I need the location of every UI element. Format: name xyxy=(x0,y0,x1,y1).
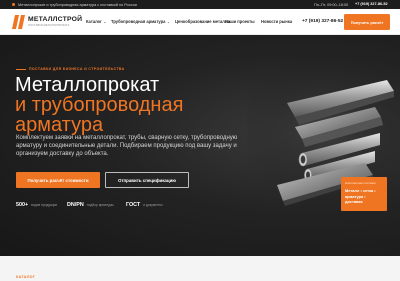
stat-dnpn: DN/PN подбор арматуры xyxy=(67,202,114,208)
supply-card: Комплексная поставка Металл • сетка • ар… xyxy=(341,177,387,211)
logo-mark-icon[interactable] xyxy=(12,15,26,29)
hero-eyebrow-text: ПОСТАВКИ ДЛЯ БИЗНЕСА И СТРОИТЕЛЬСТВА xyxy=(29,67,125,71)
top-bar-hours: Пн–Пт, 09:00–18:00 xyxy=(314,2,349,7)
site-header: МЕТАЛЛСТРОЙ ПОСТАВКИ МЕТАЛЛОПРОКАТА Ката… xyxy=(0,9,400,35)
nav-item-label: Наши проекты xyxy=(225,19,255,24)
top-bar-phone[interactable]: +7 (919) 327-86-52 xyxy=(355,2,388,6)
nav-item-pipeline-fittings[interactable]: Трубопроводная арматура ⌄ xyxy=(111,19,170,24)
get-quote-button[interactable]: Получить расчёт xyxy=(344,14,390,30)
hero-title-line3: арматура xyxy=(15,114,104,136)
nav-item-catalog[interactable]: Каталог ⌄ xyxy=(86,19,106,24)
hero-lead: Комплектуем заявки на металлопрокат, тру… xyxy=(16,135,238,157)
nav-item-label: Новости рынка xyxy=(261,19,293,24)
send-specification-button[interactable]: Отправить спецификацию xyxy=(105,172,189,188)
supply-card-text: Металл • сетка • арматура • доставка xyxy=(345,188,376,204)
nav-item-label: Трубопроводная арматура xyxy=(111,19,166,24)
catalog-section-label: КАТАЛОГ xyxy=(16,275,36,279)
hero-section: ПОСТАВКИ ДЛЯ БИЗНЕСА И СТРОИТЕЛЬСТВА Мет… xyxy=(0,35,400,256)
header-phone[interactable]: +7 (919) 327-86-52 xyxy=(302,19,343,24)
nav-item-projects[interactable]: Наши проекты xyxy=(225,19,255,24)
nav-item-pricing[interactable]: Ценообразование металла xyxy=(175,19,230,24)
stat-label: и документы xyxy=(143,203,163,207)
eyebrow-divider xyxy=(16,68,26,70)
nav-item-news[interactable]: Новости рынка xyxy=(261,19,292,24)
stat-label: видов продукции xyxy=(31,203,58,207)
get-cost-estimate-button[interactable]: Получить расчёт стоимости xyxy=(16,172,100,188)
top-bar-tagline-group: Металлопрокат и трубопроводная арматура … xyxy=(12,3,137,7)
catalog-section: КАТАЛОГ xyxy=(0,256,400,281)
nav-item-label: Каталог xyxy=(86,19,102,24)
top-bar-tagline: Металлопрокат и трубопроводная арматура … xyxy=(18,2,137,7)
stat-value: 500+ xyxy=(16,202,29,208)
hero-title-line2: и трубопроводная xyxy=(15,94,184,116)
bullet-dot-icon xyxy=(12,3,15,7)
stat-value: DN/PN xyxy=(67,202,84,208)
stat-gost: ГОСТ и документы xyxy=(126,202,163,208)
logo-subtitle: ПОСТАВКИ МЕТАЛЛОПРОКАТА xyxy=(28,24,70,27)
chevron-down-icon: ⌄ xyxy=(103,19,107,24)
top-bar: Металлопрокат и трубопроводная арматура … xyxy=(0,0,400,9)
chevron-down-icon: ⌄ xyxy=(166,19,170,24)
logo-title[interactable]: МЕТАЛЛСТРОЙ xyxy=(28,16,82,23)
stat-products: 500+ видов продукции xyxy=(16,202,57,208)
nav-item-label: Ценообразование металла xyxy=(175,19,230,24)
hero-title-line1: Металлопрокат xyxy=(15,74,160,96)
stat-value: ГОСТ xyxy=(126,202,141,208)
supply-card-caption: Комплексная поставка xyxy=(345,181,376,185)
hero-eyebrow: ПОСТАВКИ ДЛЯ БИЗНЕСА И СТРОИТЕЛЬСТВА xyxy=(16,67,125,71)
stat-label: подбор арматуры xyxy=(86,203,114,207)
steel-pipes-photo xyxy=(247,50,400,210)
